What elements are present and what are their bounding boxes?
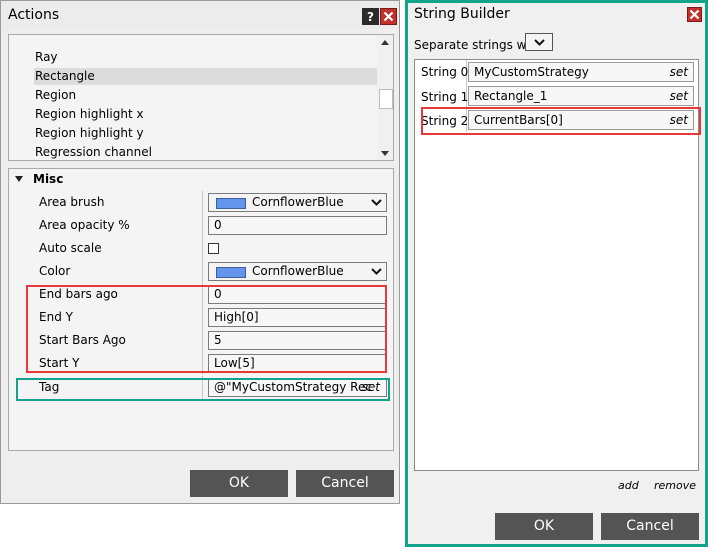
property-area-opacity: Area opacity % 0	[9, 214, 393, 237]
close-icon	[689, 9, 700, 20]
actions-dialog: Actions ? Ray Rectangle Region Region hi…	[0, 0, 400, 504]
string-1-set-link[interactable]: set	[670, 87, 688, 105]
string-1-input[interactable]: Rectangle_1 set	[468, 86, 694, 106]
category-label: Misc	[33, 172, 64, 186]
list-item[interactable]: Region highlight x	[34, 106, 378, 123]
chevron-down-icon	[371, 199, 382, 206]
property-name: Auto scale	[39, 241, 102, 255]
separator-label: Separate strings with	[414, 38, 543, 52]
string-builder-dialog: String Builder Separate strings with Str…	[405, 0, 708, 547]
property-area-brush: Area brush CornflowerBlue	[9, 191, 393, 214]
string-row-label: String 1	[421, 90, 469, 104]
color-select[interactable]: CornflowerBlue	[208, 262, 387, 281]
list-scrollbar[interactable]	[377, 35, 393, 160]
string-1-value: Rectangle_1	[474, 89, 548, 103]
property-color: Color CornflowerBlue	[9, 260, 393, 283]
help-icon: ?	[367, 9, 374, 24]
area-brush-select[interactable]: CornflowerBlue	[208, 193, 387, 212]
area-opacity-input[interactable]: 0	[208, 216, 387, 235]
separator-select[interactable]	[525, 33, 553, 51]
scroll-down-icon[interactable]	[381, 151, 389, 156]
actions-cancel-button[interactable]: Cancel	[296, 470, 394, 497]
color-swatch	[216, 198, 246, 209]
highlight-box-red	[26, 285, 387, 373]
string-builder-title: String Builder	[414, 6, 510, 22]
string-row-label: String 0	[421, 65, 469, 79]
list-item[interactable]: Region highlight y	[34, 125, 378, 142]
close-icon	[383, 11, 394, 22]
actions-title: Actions	[8, 7, 60, 23]
actions-close-button[interactable]	[380, 8, 397, 25]
column-divider	[202, 214, 203, 237]
collapse-triangle-icon[interactable]	[15, 176, 23, 182]
column-divider	[202, 260, 203, 283]
action-list[interactable]: Ray Rectangle Region Region highlight x …	[8, 34, 394, 161]
property-name: Area opacity %	[39, 218, 130, 232]
property-name: Area brush	[39, 195, 105, 209]
list-item-selected[interactable]: Rectangle	[34, 68, 378, 85]
list-item[interactable]: Ray	[34, 49, 378, 66]
string-builder-ok-button[interactable]: OK	[495, 513, 593, 540]
property-auto-scale: Auto scale	[9, 237, 393, 260]
color-swatch	[216, 267, 246, 278]
auto-scale-checkbox[interactable]	[208, 243, 219, 254]
area-brush-value: CornflowerBlue	[252, 195, 344, 209]
string-0-value: MyCustomStrategy	[474, 65, 589, 79]
scroll-thumb[interactable]	[379, 89, 393, 109]
chevron-down-icon	[371, 268, 382, 275]
string-builder-close-button[interactable]	[687, 7, 702, 22]
actions-ok-button[interactable]: OK	[190, 470, 288, 497]
list-item[interactable]: Region	[34, 87, 378, 104]
highlight-box-green	[16, 378, 390, 401]
highlight-box-red	[421, 107, 701, 135]
column-divider	[202, 237, 203, 260]
column-divider	[202, 191, 203, 214]
add-link[interactable]: add	[618, 479, 639, 492]
color-value: CornflowerBlue	[252, 264, 344, 278]
actions-titlebar[interactable]: Actions ?	[1, 1, 399, 29]
string-0-set-link[interactable]: set	[670, 63, 688, 81]
property-name: Color	[39, 264, 71, 278]
string-0-input[interactable]: MyCustomStrategy set	[468, 62, 694, 82]
list-item[interactable]: Regression channel	[34, 144, 378, 161]
category-misc[interactable]: Misc	[9, 169, 393, 191]
chevron-down-icon	[534, 39, 545, 46]
scroll-up-icon[interactable]	[381, 40, 389, 45]
string-builder-cancel-button[interactable]: Cancel	[601, 513, 699, 540]
remove-link[interactable]: remove	[654, 479, 696, 492]
help-button[interactable]: ?	[362, 8, 379, 25]
